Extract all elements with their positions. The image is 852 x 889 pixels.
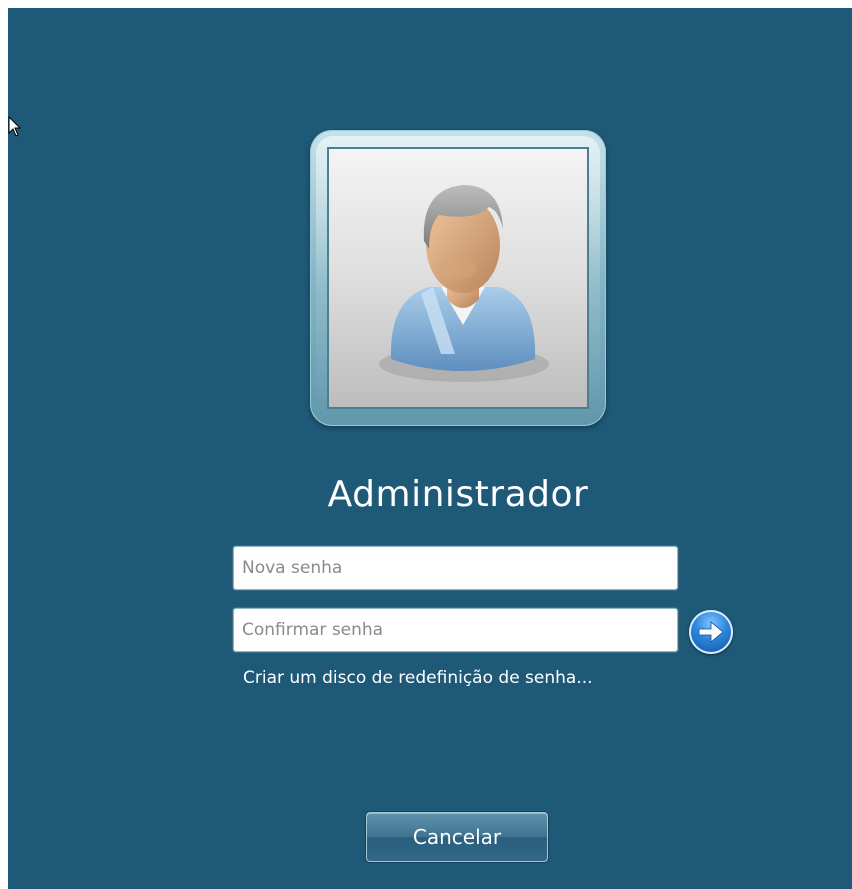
mouse-pointer-icon: [8, 116, 22, 137]
reset-password-disk-link[interactable]: Criar um disco de redefinição de senha..…: [243, 668, 593, 688]
cancel-button[interactable]: Cancelar: [366, 812, 548, 862]
submit-button[interactable]: [689, 610, 733, 654]
user-avatar-frame: [310, 130, 606, 426]
arrow-right-icon: [698, 621, 724, 643]
user-avatar-icon: [327, 147, 589, 409]
confirm-password-input[interactable]: [233, 608, 678, 652]
new-password-input[interactable]: [233, 546, 678, 590]
logon-screen: Administrador Criar um disco de redefini…: [8, 8, 852, 889]
user-name: Administrador: [327, 474, 589, 515]
